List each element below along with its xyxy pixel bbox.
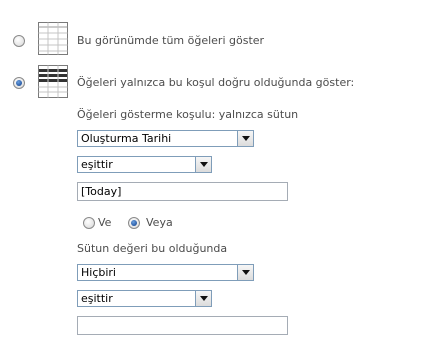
condition1-value-input[interactable]: [Today] [77,182,288,201]
show-all-label: Bu görünümde tüm öğeleri göster [77,34,265,47]
condition1-heading: Öğeleri gösterme koşulu: yalnızca sütun [77,108,299,121]
show-filtered-radio[interactable] [13,77,25,89]
condition2-value-input[interactable] [77,316,288,335]
condition1-column-select[interactable]: Oluşturma Tarihi [77,130,254,147]
chevron-down-icon [195,291,211,306]
chevron-down-icon [237,131,253,146]
and-radio[interactable] [83,217,95,229]
chevron-down-icon [237,265,253,280]
show-all-radio[interactable] [13,35,25,47]
show-filtered-label: Öğeleri yalnızca bu koşul doğru olduğund… [77,76,355,89]
or-radio[interactable] [128,217,140,229]
chevron-down-icon [195,157,211,172]
condition1-operator-select[interactable]: eşittir [77,156,212,173]
grid-view-icon [38,22,68,55]
filtered-grid-icon [38,65,68,98]
or-label: Veya [146,216,173,229]
condition1-column-value: Oluşturma Tarihi [81,132,172,145]
condition2-column-value: Hiçbiri [81,266,116,279]
condition2-heading: Sütun değeri bu olduğunda [77,242,228,255]
and-label: Ve [98,216,112,229]
condition1-operator-value: eşittir [81,158,113,171]
condition2-operator-select[interactable]: eşittir [77,290,212,307]
condition2-column-select[interactable]: Hiçbiri [77,264,254,281]
condition2-operator-value: eşittir [81,292,113,305]
condition1-value-text: [Today] [81,185,122,198]
